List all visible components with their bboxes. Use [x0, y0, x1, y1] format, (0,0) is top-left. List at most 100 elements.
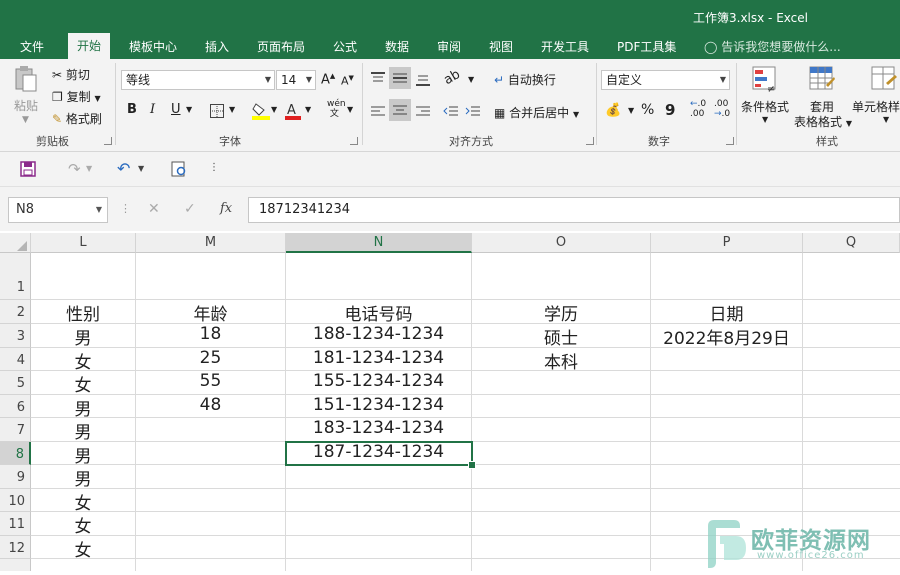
print-preview-icon[interactable] [171, 161, 187, 177]
cell-p2[interactable]: 日期 [651, 300, 802, 325]
align-right-icon[interactable] [415, 104, 431, 118]
align-middle-icon[interactable] [389, 67, 411, 89]
tab-pdf-tools[interactable]: PDF工具集 [617, 38, 676, 55]
clipboard-launcher-icon[interactable] [104, 137, 112, 145]
formula-input[interactable]: 18712341234 [248, 197, 900, 223]
row-header-12[interactable]: 12 [0, 536, 31, 559]
cancel-icon[interactable]: ✕ [148, 201, 160, 217]
cell-l5[interactable]: 女 [31, 371, 135, 396]
comma-style-button[interactable]: 9 [665, 101, 675, 119]
row-header-9[interactable]: 9 [0, 465, 31, 489]
row-header-6[interactable]: 6 [0, 395, 31, 418]
tab-view[interactable]: 视图 [489, 38, 513, 55]
underline-button[interactable]: U [171, 102, 181, 117]
increase-decimal-button[interactable]: ←.0.00 [690, 99, 706, 119]
cell-l6[interactable]: 男 [31, 395, 135, 420]
column-header-l[interactable]: L [31, 233, 136, 253]
cell-l8[interactable]: 男 [31, 442, 135, 467]
row-header-7[interactable]: 7 [0, 418, 31, 442]
percent-button[interactable]: % [641, 102, 654, 118]
increase-indent-icon[interactable] [465, 104, 481, 118]
name-box[interactable]: N8 ▼ [8, 197, 108, 223]
format-as-table-icon[interactable] [808, 65, 836, 93]
number-format-select[interactable]: 自定义 ▼ [601, 70, 730, 90]
cell-styles-dropdown-icon[interactable]: ▼ [883, 115, 889, 124]
row-header-5[interactable]: 5 [0, 371, 31, 395]
orientation-icon[interactable]: ab [441, 67, 463, 88]
customize-qat-icon[interactable]: ⋮ [209, 162, 219, 173]
cell-l12[interactable]: 女 [31, 536, 135, 561]
cell-n3[interactable]: 188-1234-1234 [286, 324, 471, 344]
select-all-corner[interactable] [0, 233, 31, 253]
column-header-p[interactable]: P [651, 233, 803, 253]
cell-l7[interactable]: 男 [31, 418, 135, 443]
phonetic-guide-icon[interactable]: wén 文 [327, 99, 346, 119]
conditional-dropdown-icon[interactable]: ▼ [762, 115, 768, 124]
align-bottom-icon[interactable] [415, 71, 431, 86]
tab-formulas[interactable]: 公式 [333, 38, 357, 55]
font-color-icon[interactable]: A [285, 101, 301, 121]
column-header-q[interactable]: Q [803, 233, 900, 253]
cell-n4[interactable]: 181-1234-1234 [286, 348, 471, 368]
cell-l2[interactable]: 性别 [31, 300, 135, 325]
cell-m6[interactable]: 48 [136, 395, 285, 415]
conditional-formatting-button[interactable]: 条件格式 [741, 98, 789, 115]
font-size-select[interactable]: 14 ▼ [276, 70, 316, 90]
undo-icon[interactable]: ↶ [117, 159, 130, 178]
save-icon[interactable] [20, 161, 36, 177]
font-name-select[interactable]: 等线 ▼ [121, 70, 275, 90]
align-center-icon[interactable] [389, 99, 411, 121]
grow-font-icon[interactable]: A▲ [321, 72, 335, 87]
decrease-decimal-button[interactable]: .00 →.0 [714, 99, 730, 119]
borders-dropdown-icon[interactable]: ▼ [229, 105, 235, 114]
cell-m2[interactable]: 年龄 [136, 300, 285, 325]
cell-l10[interactable]: 女 [31, 489, 135, 514]
column-header-o[interactable]: O [472, 233, 651, 253]
tab-insert[interactable]: 插入 [205, 38, 229, 55]
tab-home[interactable]: 开始 [68, 33, 111, 59]
fill-color-dropdown-icon[interactable]: ▼ [271, 105, 277, 114]
cell-styles-button[interactable]: 单元格样 [852, 98, 900, 115]
underline-dropdown-icon[interactable]: ▼ [186, 105, 192, 114]
redo-icon[interactable]: ↷ [68, 160, 81, 178]
tab-template-center[interactable]: 模板中心 [129, 38, 177, 55]
shrink-font-icon[interactable]: A▼ [341, 74, 354, 88]
align-top-icon[interactable] [370, 71, 386, 85]
tab-data[interactable]: 数据 [385, 38, 409, 55]
format-painter-button[interactable]: ✎ 格式刷 [52, 110, 102, 127]
font-color-dropdown-icon[interactable]: ▼ [305, 105, 311, 114]
row-header-10[interactable]: 10 [0, 489, 31, 512]
number-launcher-icon[interactable] [726, 137, 734, 145]
currency-icon[interactable]: 💰 [605, 103, 621, 118]
tab-file[interactable]: 文件 [20, 38, 44, 55]
tab-developer[interactable]: 开发工具 [541, 38, 589, 55]
phonetic-dropdown-icon[interactable]: ▼ [347, 105, 353, 114]
redo-dropdown-icon[interactable]: ▼ [86, 164, 92, 173]
cell-n6[interactable]: 151-1234-1234 [286, 395, 471, 415]
cell-n7[interactable]: 183-1234-1234 [286, 418, 471, 438]
wrap-text-button[interactable]: ↵ 自动换行 [494, 71, 556, 88]
row-header-2[interactable]: 2 [0, 300, 31, 324]
cell-styles-icon[interactable] [870, 65, 898, 93]
row-header-13[interactable] [0, 559, 31, 571]
enter-icon[interactable]: ✓ [184, 201, 196, 217]
row-header-8[interactable]: 8 [0, 442, 31, 465]
paste-button[interactable]: 粘贴 [14, 97, 38, 114]
cell-l9[interactable]: 男 [31, 465, 135, 490]
borders-icon[interactable] [210, 103, 224, 118]
cell-l3[interactable]: 男 [31, 324, 135, 349]
row-header-3[interactable]: 3 [0, 324, 31, 348]
alignment-launcher-icon[interactable] [586, 137, 594, 145]
cell-o4[interactable]: 本科 [540, 348, 650, 373]
cut-button[interactable]: ✂ 剪切 [52, 66, 90, 83]
row-header-1[interactable]: 1 [0, 253, 31, 300]
bold-button[interactable]: B [127, 102, 137, 117]
decrease-indent-icon[interactable] [443, 104, 459, 118]
tell-me-box[interactable]: ◯ 告诉我您想要做什么... [704, 38, 841, 55]
cell-n2[interactable]: 电话号码 [286, 300, 471, 325]
paste-icon[interactable] [14, 65, 38, 93]
undo-dropdown-icon[interactable]: ▼ [138, 164, 144, 173]
font-launcher-icon[interactable] [350, 137, 358, 145]
currency-dropdown-icon[interactable]: ▼ [628, 106, 634, 115]
cell-l11[interactable]: 女 [31, 512, 135, 537]
